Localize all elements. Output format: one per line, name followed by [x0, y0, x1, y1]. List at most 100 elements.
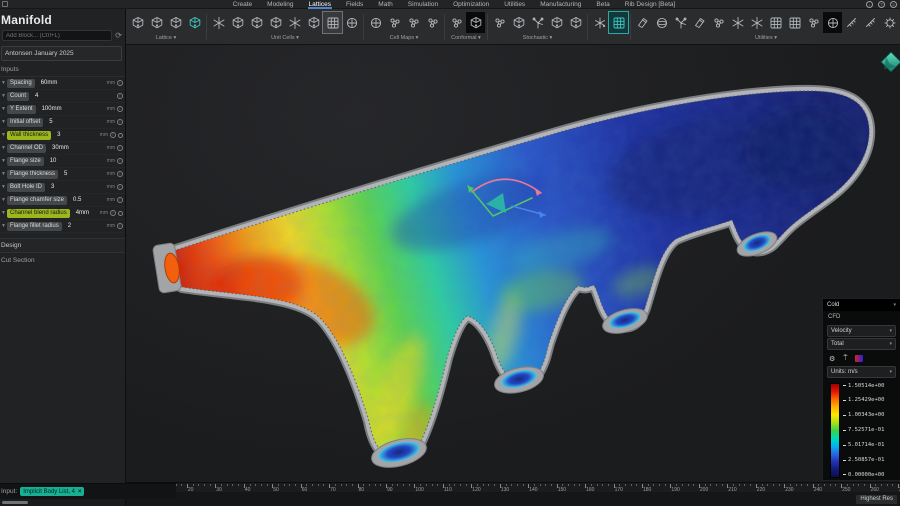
view-cube-diamond[interactable] — [879, 52, 900, 74]
info-icon[interactable]: i — [117, 158, 123, 164]
cube-circle-icon[interactable] — [823, 12, 842, 33]
info-icon[interactable]: i — [117, 184, 123, 190]
refresh-icon[interactable]: ⟳ — [115, 32, 122, 40]
info-icon[interactable]: i — [117, 119, 123, 125]
menu-fields[interactable]: Fields — [345, 0, 364, 9]
implicit-body-list-tag[interactable]: Implicit Body List, 4 × — [20, 487, 84, 496]
spread-icon[interactable] — [709, 12, 728, 33]
toolbar-group-label[interactable]: Unit Cells ▾ — [271, 35, 299, 44]
map-blob-3-icon[interactable] — [423, 12, 442, 33]
custom-cell-1b-icon[interactable] — [247, 12, 266, 33]
manifold-model[interactable] — [126, 45, 900, 482]
units-dropdown[interactable]: Units: m/s ▾ — [827, 366, 896, 378]
param-label-chip[interactable]: Channel blend radius — [7, 209, 70, 218]
param-label-chip[interactable]: Initial offset — [7, 118, 43, 127]
map-blob-2-icon[interactable] — [404, 12, 423, 33]
info-icon[interactable]: i — [117, 80, 123, 86]
resolution-badge[interactable]: Highest Res — [856, 495, 897, 504]
app-menu-icon[interactable] — [2, 1, 8, 7]
branch-icon[interactable] — [528, 12, 547, 33]
trim-icon[interactable] — [633, 12, 652, 33]
param-label-chip[interactable]: Flange chamfer size — [7, 196, 67, 205]
grid-frame-icon[interactable] — [766, 12, 785, 33]
conformal-map-icon[interactable] — [466, 12, 485, 33]
notebook-tab[interactable]: Antonsen January 2025 — [1, 46, 122, 61]
help-icon[interactable]: ? — [878, 1, 885, 8]
expose-toggle-icon[interactable] — [118, 211, 123, 216]
pull-cell-icon[interactable] — [804, 12, 823, 33]
menu-math[interactable]: Math — [377, 0, 393, 9]
toolbar-group-label[interactable]: Lattice ▾ — [156, 35, 177, 44]
account-icon[interactable]: ≡ — [890, 1, 897, 8]
gear-icon[interactable]: ⚙ — [829, 355, 835, 363]
info-icon[interactable]: i — [117, 223, 123, 229]
param-value[interactable]: 4 — [35, 93, 38, 99]
menu-rib-design-beta[interactable]: Rib Design [Beta] — [624, 0, 677, 9]
info-icon[interactable]: i — [110, 210, 116, 216]
menu-modeling[interactable]: Modeling — [266, 0, 294, 9]
param-label-chip[interactable]: Y Extent — [7, 105, 36, 114]
conformal-lattice-icon[interactable] — [447, 12, 466, 33]
param-label-chip[interactable]: Flange size — [7, 157, 44, 166]
lattice-boolean-icon[interactable] — [185, 12, 204, 33]
param-value[interactable]: 4mm — [76, 210, 89, 216]
param-label-chip[interactable]: Count — [7, 92, 29, 101]
toolbar-group-label[interactable]: Utilities ▾ — [755, 35, 777, 44]
expose-toggle-icon[interactable] — [118, 133, 123, 138]
param-label-chip[interactable]: Spacing — [7, 79, 35, 88]
dropdown-velocity[interactable]: Velocity▾ — [827, 325, 896, 337]
param-label-chip[interactable]: Wall thickness — [7, 131, 51, 140]
param-value[interactable]: 5 — [64, 171, 67, 177]
menu-lattices[interactable]: Lattices — [308, 0, 332, 9]
info-icon[interactable]: i — [110, 132, 116, 138]
custom-cell-2-icon[interactable] — [266, 12, 285, 33]
pin-icon[interactable]: ⍑ — [843, 355, 847, 363]
add-block-input[interactable] — [2, 30, 112, 41]
menu-create[interactable]: Create — [232, 0, 254, 9]
param-value[interactable]: 30mm — [52, 145, 69, 151]
lattice-volume-icon[interactable] — [166, 12, 185, 33]
dropdown-total[interactable]: Total▾ — [827, 338, 896, 350]
cell-box-icon[interactable] — [323, 12, 342, 33]
menu-optimization[interactable]: Optimization — [452, 0, 490, 9]
unit-cell-graph-icon[interactable] — [209, 12, 228, 33]
param-value[interactable]: 3 — [57, 132, 60, 138]
toolbar-group-label[interactable]: Cell Maps ▾ — [390, 35, 419, 44]
menu-utilities[interactable]: Utilities — [503, 0, 526, 9]
info-icon[interactable]: i — [117, 145, 123, 151]
param-label-chip[interactable]: Channel OD — [7, 144, 46, 153]
lattice-body-icon[interactable] — [128, 12, 147, 33]
menu-beta[interactable]: Beta — [595, 0, 610, 9]
download-icon[interactable]: ↓ — [866, 1, 873, 8]
cell-cross-icon[interactable] — [285, 12, 304, 33]
param-value[interactable]: 3 — [51, 184, 54, 190]
tent-2-icon[interactable] — [747, 12, 766, 33]
param-label-chip[interactable]: Bolt Hole ID — [7, 183, 45, 192]
cell-remap-icon[interactable] — [304, 12, 323, 33]
param-value[interactable]: 2 — [68, 223, 71, 229]
ruler-2-icon[interactable] — [861, 12, 880, 33]
point-spread-icon[interactable] — [590, 12, 609, 33]
param-value[interactable]: 0.5 — [73, 197, 81, 203]
tag-close-icon[interactable]: × — [78, 489, 82, 495]
param-value[interactable]: 5 — [49, 119, 52, 125]
fill-grid-icon[interactable] — [609, 12, 628, 33]
joint-icon[interactable] — [671, 12, 690, 33]
roller-icon[interactable] — [652, 12, 671, 33]
map-blob-1-icon[interactable] — [385, 12, 404, 33]
voronoi-icon[interactable] — [490, 12, 509, 33]
shell-box-icon[interactable] — [547, 12, 566, 33]
info-icon[interactable]: i — [117, 171, 123, 177]
param-value[interactable]: 100mm — [42, 106, 62, 112]
gear-edge-icon[interactable] — [880, 12, 899, 33]
design-section-header[interactable]: Design — [0, 238, 125, 253]
param-label-chip[interactable]: Flange fillet radius — [7, 222, 62, 231]
param-label-chip[interactable]: Flange thickness — [7, 170, 58, 179]
ramp-icon[interactable] — [690, 12, 709, 33]
info-icon[interactable]: i — [117, 93, 123, 99]
info-icon[interactable]: i — [117, 106, 123, 112]
colormap-icon[interactable] — [855, 355, 863, 362]
foam-box-icon[interactable] — [509, 12, 528, 33]
cfd-panel-header[interactable]: Cold ▾ — [823, 299, 900, 311]
viewport-3d[interactable]: Cold ▾ CFD Velocity▾Total▾ ⚙ ⍑ Units: m/… — [126, 45, 900, 506]
